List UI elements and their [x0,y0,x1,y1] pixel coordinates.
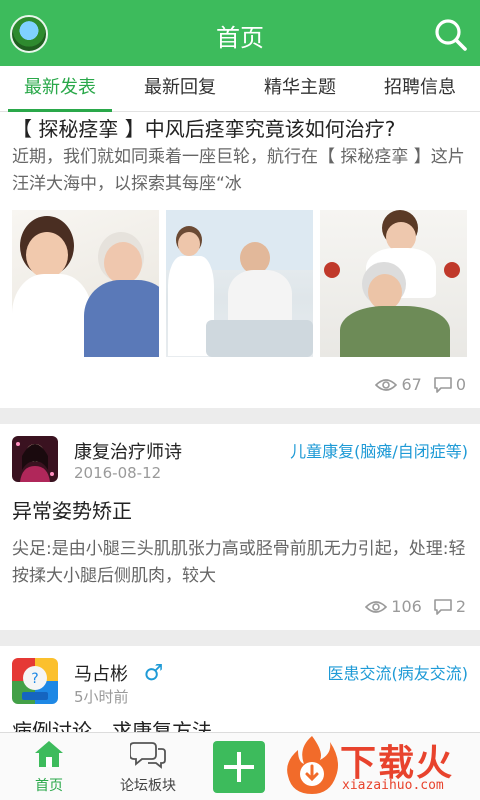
nav-forum[interactable]: 论坛板块 [112,733,184,800]
post-excerpt: 近期，我们就如同乘着一座巨轮，航行在【 探秘痉挛 】这片汪洋大海中，以探索其每座… [12,147,465,194]
app-header: 首页 [0,0,480,66]
home-icon [35,741,63,767]
comment-icon [434,376,452,393]
chat-bubbles-icon [130,742,166,769]
author-avatar[interactable]: ? [12,658,58,704]
author-name[interactable]: 康复治疗师诗 [74,438,182,464]
post-card[interactable]: 【 探秘痉挛 】中风后痉挛究竟该如何治疗? 近期，我们就如同乘着一座巨轮，航行在… [0,112,480,408]
author-avatar[interactable] [12,436,58,482]
post-time: 2016-08-12 [74,464,162,482]
post-time: 5小时前 [74,688,129,706]
view-count: 106 [365,597,422,616]
post-title[interactable]: 异常姿势矫正 [12,494,468,526]
flame-logo-icon [287,736,338,794]
comment-count: 2 [434,597,466,616]
tab-bar: 最新发表 最新回复 精华主题 招聘信息 [0,66,480,112]
nav-home[interactable]: 首页 [18,733,80,800]
author-name[interactable]: 马占彬 ♂ [74,660,163,686]
forum-tag[interactable]: 儿童康复(脑瘫/自闭症等) [290,438,468,462]
post-image[interactable] [12,210,159,357]
post-title[interactable]: 病例讨论，求康复方法 [12,714,468,732]
tab-featured[interactable]: 精华主题 [240,66,360,111]
forum-tag[interactable]: 医患交流(病友交流) [328,660,469,684]
search-icon[interactable] [432,16,468,52]
tab-jobs[interactable]: 招聘信息 [360,66,480,111]
post-title[interactable]: 【 探秘痉挛 】中风后痉挛究竟该如何治疗? [12,112,468,144]
view-count: 67 [375,375,422,394]
comment-count: 0 [434,375,466,394]
post-card[interactable]: ? 马占彬 ♂ 5小时前 医患交流(病友交流) 病例讨论，求康复方法 [0,646,480,732]
nav-forum-label: 论坛板块 [120,778,176,794]
eye-icon [365,600,388,613]
post-meta: 康复治疗师诗 2016-08-12 儿童康复(脑瘫/自闭症等) [12,424,468,488]
nav-home-label: 首页 [35,778,63,794]
watermark-url: xiazaihuo.com [342,778,444,793]
svg-text:?: ? [31,671,38,687]
post-excerpt: 尖足:是由小腿三头肌肌张力高或胫骨前肌无力引起，处理:轻按揉大小腿后侧肌肉，较大 [12,539,466,586]
male-gender-icon: ♂ [143,661,164,686]
comment-count-value: 0 [455,375,466,394]
watermark-logo: 下载火 xiazaihuo.com [284,732,474,798]
post-stats: 106 2 [365,597,466,616]
eye-icon [375,378,398,391]
post-image-row [12,210,468,357]
page-title: 首页 [216,24,264,52]
comment-count-value: 2 [455,597,466,616]
add-post-button[interactable] [213,741,265,793]
post-image[interactable] [166,210,313,357]
author-photo-icon [12,436,58,482]
post-meta: ? 马占彬 ♂ 5小时前 医患交流(病友交流) [12,646,468,710]
post-feed[interactable]: 【 探秘痉挛 】中风后痉挛究竟该如何治疗? 近期，我们就如同乘着一座巨轮，航行在… [0,112,480,732]
author-app-icon: ? [12,658,58,704]
post-stats: 67 0 [375,375,466,394]
comment-icon [434,598,452,615]
tab-latest-posts[interactable]: 最新发表 [0,66,120,112]
bottom-nav: 首页 论坛板块 下载火 xiazaihuo.com [0,732,480,800]
view-count-value: 67 [401,375,422,394]
post-card[interactable]: 康复治疗师诗 2016-08-12 儿童康复(脑瘫/自闭症等) 异常姿势矫正 尖… [0,424,480,630]
post-image[interactable] [320,210,467,357]
tab-latest-replies[interactable]: 最新回复 [120,66,240,111]
view-count-value: 106 [391,597,422,616]
